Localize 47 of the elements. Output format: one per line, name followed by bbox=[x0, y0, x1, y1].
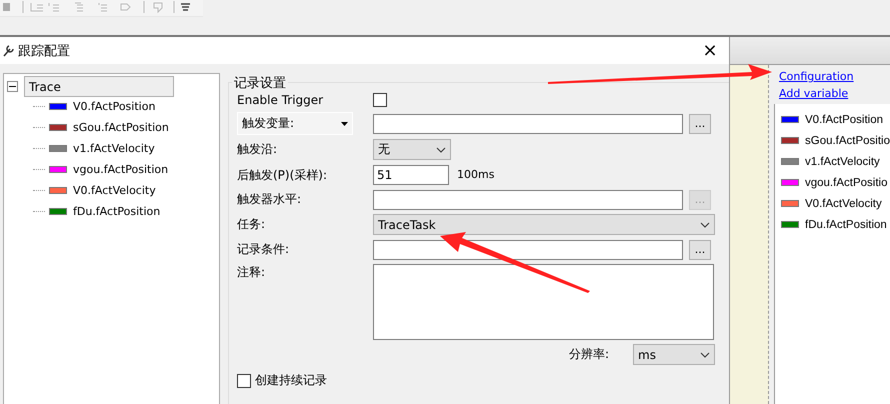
input-field[interactable] bbox=[373, 190, 683, 210]
wrench-icon bbox=[2, 44, 14, 58]
dropdown-button[interactable]: 触发变量: bbox=[237, 112, 353, 135]
unit-label: 100ms bbox=[457, 168, 494, 181]
caret-icon bbox=[341, 122, 348, 126]
legend-item: vgou.fActPositio bbox=[805, 176, 888, 188]
link[interactable]: Add variable bbox=[779, 87, 890, 100]
input-field[interactable] bbox=[373, 114, 683, 134]
tree-item[interactable]: fDu.fActPosition bbox=[73, 205, 160, 218]
checkbox[interactable] bbox=[237, 374, 251, 388]
legend-item: V0.fActPosition bbox=[805, 114, 883, 126]
comment-field[interactable] bbox=[373, 264, 714, 340]
field-label: 分辨率: bbox=[568, 346, 609, 363]
chevron-icon bbox=[700, 352, 710, 358]
collapse-icon[interactable] bbox=[7, 81, 18, 92]
field-label: 触发器水平: bbox=[237, 191, 302, 208]
field-label: 注释: bbox=[237, 264, 266, 281]
tree-item[interactable]: vgou.fActPosition bbox=[73, 163, 168, 176]
group-title: 记录设置 bbox=[232, 74, 288, 92]
chevron-icon bbox=[700, 222, 710, 228]
browse-button[interactable]: ... bbox=[689, 114, 711, 134]
browse-button[interactable]: ... bbox=[689, 240, 711, 260]
dropdown[interactable]: ms bbox=[633, 344, 715, 365]
legend-item: v1.fActVelocity bbox=[805, 156, 880, 168]
checkbox-label: 创建持续记录 bbox=[255, 372, 328, 389]
legend-item: V0.fActVelocity bbox=[805, 198, 882, 210]
input-field[interactable]: 51 bbox=[373, 164, 449, 184]
tree-item[interactable]: v1.fActVelocity bbox=[73, 142, 155, 155]
legend-item: sGou.fActPositio bbox=[805, 134, 890, 146]
field-label: 触发沿: bbox=[237, 141, 278, 158]
field-label: 后触发(P)(采样): bbox=[237, 168, 327, 180]
checkbox[interactable] bbox=[373, 92, 387, 106]
tree-item[interactable]: sGou.fActPosition bbox=[73, 121, 169, 134]
tree-item[interactable]: V0.fActPosition bbox=[73, 100, 156, 113]
chevron-icon bbox=[436, 146, 446, 152]
field-label: Enable Trigger bbox=[237, 92, 324, 106]
link[interactable]: Configuration bbox=[779, 70, 890, 83]
legend-item: fDu.fActPosition bbox=[805, 218, 887, 230]
tree-item[interactable]: Trace bbox=[24, 76, 174, 97]
close-button[interactable]: × bbox=[693, 37, 727, 64]
tree-item[interactable]: V0.fActVelocity bbox=[73, 184, 156, 197]
input-field[interactable] bbox=[373, 240, 683, 260]
field-label: 记录条件: bbox=[237, 241, 290, 258]
dropdown[interactable]: 无 bbox=[373, 139, 451, 160]
field-label: 任务: bbox=[237, 216, 266, 233]
dropdown[interactable]: TraceTask bbox=[373, 214, 715, 235]
window-title: 跟踪配置 bbox=[18, 42, 71, 60]
